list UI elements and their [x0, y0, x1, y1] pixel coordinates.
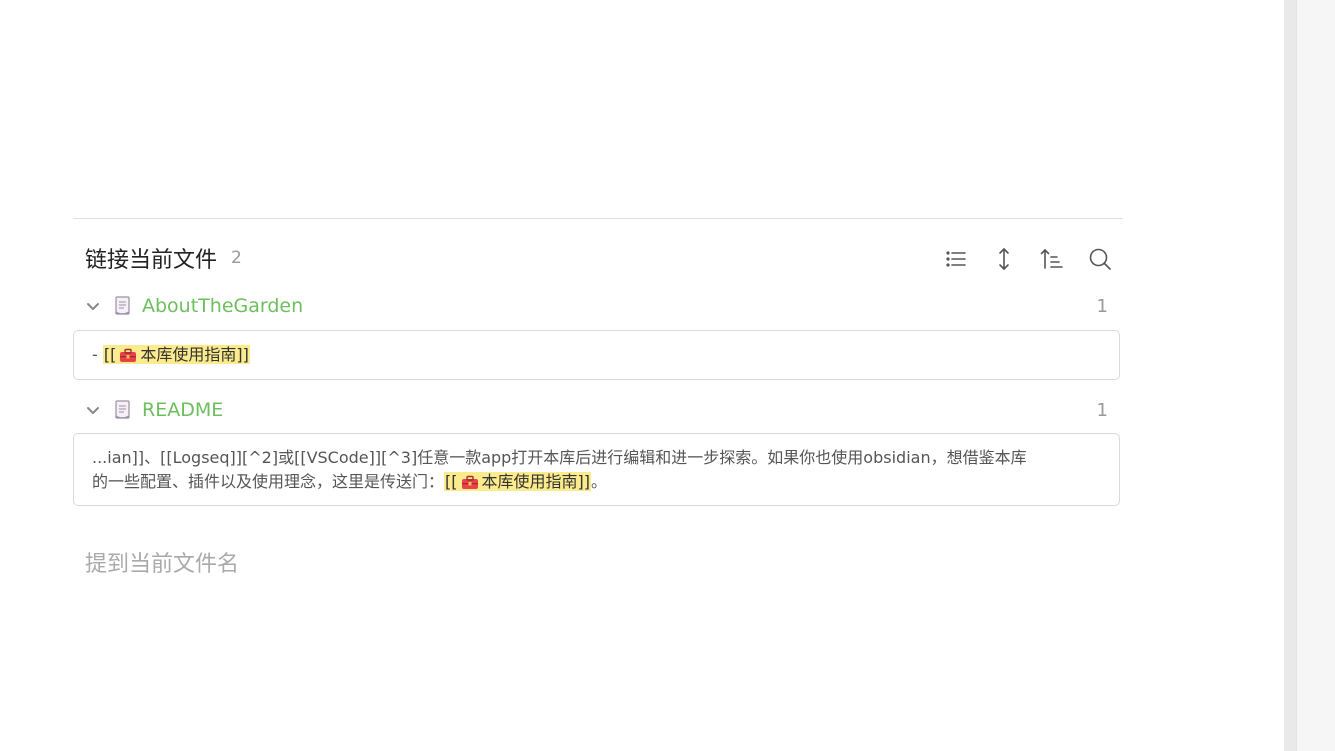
backlinks-count: 2 [231, 248, 242, 268]
link-bracket-open: [[ [445, 472, 458, 491]
list-icon [946, 251, 966, 267]
snippet-suffix: 。 [591, 472, 608, 491]
backlinks-toolbar [940, 240, 1116, 278]
toolbox-icon [119, 346, 137, 362]
snippet-text: 的一些配置、插件以及使用理念，这里是传送门： [92, 472, 445, 491]
highlighted-link[interactable]: [[ 本库使用指南]] [444, 472, 591, 491]
link-text: 本库使用指南 [481, 472, 578, 491]
file-name[interactable]: README [142, 399, 223, 421]
link-bracket-open: [[ [103, 345, 117, 364]
link-text: 本库使用指南 [140, 345, 237, 364]
match-count: 1 [1096, 399, 1108, 421]
backlinks-title: 链接当前文件 [85, 248, 218, 273]
sort-icon [1040, 249, 1063, 269]
unlinked-mentions-title[interactable]: 提到当前文件名 [85, 546, 239, 578]
section-divider [73, 218, 1123, 219]
backlink-snippet[interactable]: - [[ 本库使用指南]] [73, 330, 1120, 380]
backlink-file-aboutthegarden[interactable]: AboutTheGarden 1 [82, 291, 1122, 321]
backlinks-header: 链接当前文件 2 [85, 240, 242, 276]
link-bracket-close: ]] [577, 472, 590, 491]
match-count: 1 [1096, 295, 1108, 317]
sort-button[interactable] [1036, 243, 1068, 275]
highlighted-link[interactable]: [[ 本库使用指南]] [102, 345, 250, 364]
snippet-line-1: ...ian]]、[[Logseq]][^2]或[[VSCode]][^3]任意… [92, 448, 1027, 467]
chevron-down-icon[interactable] [82, 295, 104, 317]
chevron-down-icon[interactable] [82, 399, 104, 421]
link-bracket-close: ]] [236, 345, 249, 364]
document-icon [112, 295, 134, 317]
collapse-results-button[interactable] [940, 243, 972, 275]
toolbox-icon [461, 473, 479, 489]
scrollbar-track[interactable] [1284, 0, 1296, 751]
expand-icon [999, 248, 1009, 270]
file-name[interactable]: AboutTheGarden [142, 295, 303, 317]
show-more-context-button[interactable] [988, 243, 1020, 275]
document-icon [112, 399, 134, 421]
right-sidebar-edge [1296, 0, 1335, 751]
search-button[interactable] [1084, 243, 1116, 275]
backlink-snippet[interactable]: ...ian]]、[[Logseq]][^2]或[[VSCode]][^3]任意… [73, 433, 1120, 506]
search-icon [1089, 248, 1111, 270]
backlink-file-readme[interactable]: README 1 [82, 395, 1122, 425]
snippet-text: - [92, 345, 103, 364]
snippet-line-2: 的一些配置、插件以及使用理念，这里是传送门：[[ 本库使用指南]]。 [92, 470, 1101, 494]
